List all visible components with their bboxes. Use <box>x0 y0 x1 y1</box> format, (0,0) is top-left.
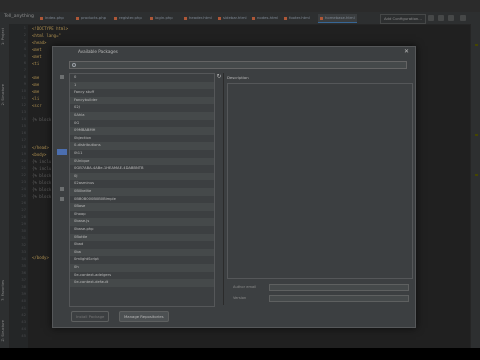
splitter[interactable] <box>223 73 224 305</box>
list-item[interactable]: 0h <box>70 264 214 272</box>
list-item[interactable]: 0bad <box>70 241 214 249</box>
close-icon[interactable]: ✕ <box>404 48 409 55</box>
list-item[interactable]: 02J <box>70 104 214 112</box>
list-item[interactable]: Fancybuilder <box>70 96 214 105</box>
search-icon <box>72 63 76 67</box>
manage-repositories-button[interactable]: Manage Repositories <box>119 311 169 322</box>
list-item[interactable]: 0Ahla <box>70 112 214 120</box>
list-item[interactable]: 0e-context-adelgers <box>70 272 214 280</box>
list-item[interactable]: 0BB0B000B0B0Bimple <box>70 196 214 204</box>
list-item[interactable]: 0base.js <box>70 218 214 226</box>
list-item[interactable]: 09MBABMH <box>70 127 214 135</box>
status-bar <box>0 348 480 360</box>
list-item[interactable]: 0bjection <box>70 135 214 143</box>
list-item[interactable]: Fancy stuff <box>70 89 214 97</box>
dialog-left-toolbar <box>57 57 67 327</box>
list-item[interactable]: 1 <box>70 81 214 90</box>
list-item[interactable]: 0 <box>70 74 214 82</box>
available-packages-dialog: Available Packages ✕ 0 1 Fancy stuff Fan… <box>52 46 416 328</box>
list-item[interactable]: 0B0kelite <box>70 188 214 196</box>
author-email-label: Author email <box>233 285 257 289</box>
list-item[interactable]: 0GB7ABA-4ABe-1HEAMAE-4DABBNTB <box>70 165 214 173</box>
description-panel <box>227 83 413 279</box>
list-item[interactable]: 0ba <box>70 248 214 257</box>
version-field <box>269 295 409 302</box>
package-list[interactable]: 0 1 Fancy stuff Fancybuilder 02J 0Ahla 0… <box>69 73 215 307</box>
list-item[interactable]: 0J <box>70 172 214 181</box>
list-item[interactable]: 0Unique <box>70 157 214 166</box>
package-search-input[interactable] <box>69 61 407 69</box>
list-item[interactable]: 0mlightScript <box>70 256 214 264</box>
list-item[interactable]: 0base-php <box>70 226 214 234</box>
package-icon[interactable] <box>60 75 64 79</box>
list-item[interactable]: 0Base <box>70 203 214 211</box>
list-item[interactable]: 0-distributions <box>70 142 214 150</box>
list-item[interactable]: 0Bottle <box>70 233 214 242</box>
refresh-icon[interactable]: ↻ <box>215 73 223 81</box>
list-item[interactable]: 02asminus <box>70 180 214 188</box>
list-item[interactable]: 0hoop <box>70 211 214 219</box>
list-item[interactable]: 0e-context-default <box>70 279 214 287</box>
selected-tool-marker[interactable] <box>57 149 67 155</box>
list-item[interactable]: 0t11 <box>70 150 214 158</box>
list-item[interactable]: 0G <box>70 120 214 128</box>
description-label: Description <box>227 75 249 80</box>
dialog-title: Available Packages <box>78 49 118 54</box>
remove-icon[interactable] <box>60 197 64 201</box>
add-icon[interactable] <box>60 187 64 191</box>
screen: Tell_anything index.php products.php reg… <box>0 0 480 360</box>
dialog-title-bar[interactable]: Available Packages ✕ <box>53 47 415 57</box>
version-label: Version <box>233 296 247 300</box>
author-email-field <box>269 284 409 291</box>
install-package-button[interactable]: Install Package <box>71 311 110 322</box>
